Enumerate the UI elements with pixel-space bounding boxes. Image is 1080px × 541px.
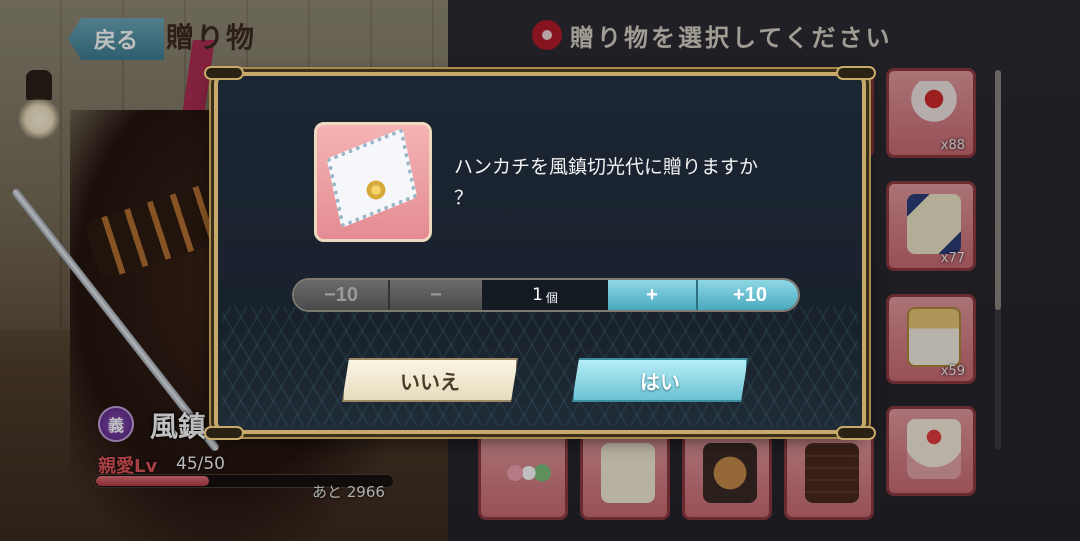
quantity-stepper: −10 − 1 個 + +10: [292, 278, 800, 312]
corner-ornament: [836, 66, 876, 80]
confirm-message-line2: ？: [454, 187, 474, 209]
flower-emblem-icon: [365, 179, 387, 201]
corner-ornament: [204, 426, 244, 440]
plus-ten-button[interactable]: +10: [698, 280, 798, 310]
corner-ornament: [204, 66, 244, 80]
minus-button[interactable]: −: [390, 280, 482, 310]
confirm-message-line1: ハンカチを風鎮切光代に贈りますか: [454, 156, 759, 178]
gift-confirm-dialog: ハンカチを風鎮切光代に贈りますか ？ −10 − 1 個 + +10 いいえ は…: [204, 66, 876, 440]
corner-ornament: [836, 426, 876, 440]
handkerchief-icon: [326, 127, 418, 229]
no-button[interactable]: いいえ: [342, 358, 518, 402]
plus-button[interactable]: +: [608, 280, 698, 310]
yes-button[interactable]: はい: [572, 358, 748, 402]
dialog-pattern: [222, 306, 858, 426]
selected-item-thumbnail: [314, 122, 432, 242]
minus-ten-button[interactable]: −10: [294, 280, 390, 310]
confirm-message: ハンカチを風鎮切光代に贈りますか ？: [454, 152, 834, 214]
quantity-unit: 個: [545, 290, 558, 305]
quantity-display: 1 個: [482, 280, 608, 310]
quantity-value: 1: [532, 285, 543, 305]
